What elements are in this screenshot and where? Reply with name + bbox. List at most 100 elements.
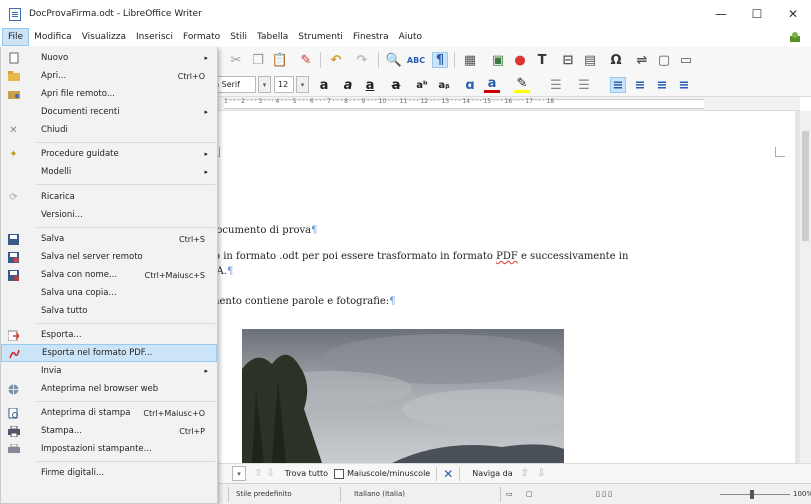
menu-item-esporta-pdf[interactable]: Esporta nel formato PDF... [1,344,217,362]
insert-chart-icon[interactable]: ● [512,52,528,68]
insert-page-break-icon[interactable]: ⊟ [560,52,576,68]
print-preview-icon [7,407,20,420]
menu-stili[interactable]: Stili [225,28,252,46]
close-button[interactable]: ✕ [775,0,811,28]
insert-field-icon[interactable]: ▤ [582,52,598,68]
menu-item-salva-remoto[interactable]: Salva nel server remoto [1,248,217,266]
zoom-level[interactable]: 100% [793,490,811,498]
find-next-icon[interactable]: ⇩ [266,468,274,479]
menu-item-salva-con-nome[interactable]: Salva con nome... Ctrl+Maiusc+S [1,266,217,284]
hyperlink-icon[interactable]: ⇌ [634,52,650,68]
navigate-up-icon[interactable]: ⇧ [521,468,529,479]
menu-item-apri[interactable]: Apri... Ctrl+O [1,67,217,85]
align-right-icon[interactable]: ≡ [654,77,670,93]
language-indicator[interactable]: Italiano (Italia) [354,490,405,498]
redo-icon[interactable]: ↷ [354,52,370,68]
submenu-arrow-icon: ▸ [204,54,208,62]
menu-item-anteprima-browser[interactable]: Anteprima nel browser web [1,380,217,398]
wizard-icon: ✦ [9,148,18,160]
match-case-checkbox[interactable] [334,468,345,479]
clone-formatting-icon[interactable]: ✎ [298,52,314,68]
menu-item-modelli[interactable]: Modelli ▸ [1,163,217,181]
menu-item-anteprima-stampa[interactable]: Anteprima di stampa Ctrl+Maiusc+O [1,404,217,422]
bullet-list-icon[interactable]: ☰ [548,77,564,93]
menu-item-documenti-recenti[interactable]: Documenti recenti ▸ [1,103,217,121]
file-menu: Nuovo ▸ Apri... Ctrl+O Apri file remoto.… [0,47,218,504]
document-page[interactable]: documento di prova¶ to in formato .odt p… [210,111,795,463]
vertical-scrollbar[interactable] [800,111,811,463]
find-previous-icon[interactable]: ⇧ [254,468,262,479]
find-dropdown[interactable]: ▾ [232,466,246,481]
menu-visualizza[interactable]: Visualizza [77,28,131,46]
menu-item-apri-remoto[interactable]: Apri file remoto... [1,85,217,103]
menu-formato[interactable]: Formato [178,28,225,46]
menu-item-salva-tutto[interactable]: Salva tutto [1,302,217,320]
menu-strumenti[interactable]: Strumenti [293,28,348,46]
menu-item-salva[interactable]: Salva Ctrl+S [1,230,217,248]
horizontal-ruler[interactable]: 1 · · · 2 · · · 3 · · · 4 · · · 5 · · · … [210,97,800,111]
menu-item-ricarica[interactable]: ⟳ Ricarica [1,188,217,206]
document-modified-icon[interactable]: ▭ [506,490,513,498]
zoom-slider[interactable] [720,494,790,495]
align-center-icon[interactable]: ≡ [632,77,648,93]
menu-item-impostazioni-stampante[interactable]: Impostazioni stampante... [1,440,217,458]
font-size-dropdown[interactable]: ▾ [296,76,309,93]
digital-signature-icon[interactable]: ▢ [526,490,533,498]
menu-item-procedure-guidate[interactable]: ✦ Procedure guidate ▸ [1,145,217,163]
strikethrough-icon[interactable]: a [388,77,404,93]
menu-modifica[interactable]: Modifica [29,28,77,46]
font-size-field[interactable]: 12 [274,76,294,93]
menu-item-firme-digitali[interactable]: Firme digitali... [1,464,217,482]
cut-icon[interactable]: ✂ [228,52,244,68]
menu-tabella[interactable]: Tabella [252,28,293,46]
menu-item-esporta[interactable]: Esporta... [1,326,217,344]
font-name-dropdown[interactable]: ▾ [258,76,271,93]
view-layout-icon[interactable]: ▯ ▯ ▯ [596,490,612,498]
underline-icon[interactable]: a [362,77,378,93]
menu-item-invia[interactable]: Invia ▸ [1,362,217,380]
clear-formatting-icon[interactable]: ɑ [462,77,478,93]
find-replace-icon[interactable]: 🔍 [386,52,402,68]
insert-textbox-icon[interactable]: T [534,52,550,68]
minimize-button[interactable]: — [703,0,739,28]
menu-file[interactable]: File [2,28,30,46]
menu-item-chiudi[interactable]: ✕ Chiudi [1,121,217,139]
document-photo[interactable] [242,329,564,463]
extension-update-icon[interactable] [789,31,801,43]
menu-inserisci[interactable]: Inserisci [131,28,178,46]
justify-icon[interactable]: ≡ [676,77,692,93]
menu-aiuto[interactable]: Aiuto [394,28,427,46]
font-color-icon[interactable]: a [484,76,500,93]
align-left-icon[interactable]: ≡ [610,77,626,93]
vertical-scrollbar-thumb[interactable] [802,131,809,241]
navigate-down-icon[interactable]: ⇩ [537,468,545,479]
comment-icon[interactable]: ▭ [678,52,694,68]
undo-icon[interactable]: ↶ [328,52,344,68]
page-style[interactable]: Stile predefinito [236,490,292,498]
insert-image-icon[interactable]: ▣ [490,52,506,68]
highlight-color-icon[interactable]: ✎ [514,76,530,93]
paste-icon[interactable]: 📋 [272,52,288,68]
menu-item-versioni[interactable]: Versioni... [1,206,217,224]
numbered-list-icon[interactable]: ☰ [576,77,592,93]
maximize-button[interactable]: ☐ [739,0,775,28]
menu-item-stampa[interactable]: Stampa... Ctrl+P [1,422,217,440]
special-character-icon[interactable]: Ω [608,52,624,68]
menu-bar: File Modifica Visualizza Inserisci Forma… [0,28,811,46]
menu-item-nuovo[interactable]: Nuovo ▸ [1,49,217,67]
subscript-icon[interactable]: aᵦ [436,77,452,93]
copy-icon[interactable]: ❐ [250,52,266,68]
formatting-marks-icon[interactable]: ¶ [432,52,448,68]
bold-icon[interactable]: a [316,77,332,93]
find-all-button[interactable]: Trova tutto [285,469,328,478]
superscript-icon[interactable]: aᵇ [414,77,430,93]
insert-table-icon[interactable]: ▦ [462,52,478,68]
menu-item-salva-copia[interactable]: Salva una copia... [1,284,217,302]
ruler-numbers: 1 · · · 2 · · · 3 · · · 4 · · · 5 · · · … [224,98,555,105]
spelling-icon[interactable]: ABC [407,52,425,68]
zoom-slider-thumb[interactable] [750,490,754,499]
footnote-icon[interactable]: ▢ [656,52,672,68]
italic-icon[interactable]: a [340,77,356,93]
menu-finestra[interactable]: Finestra [348,28,394,46]
find-replace-icon[interactable]: ✕ [443,467,453,481]
